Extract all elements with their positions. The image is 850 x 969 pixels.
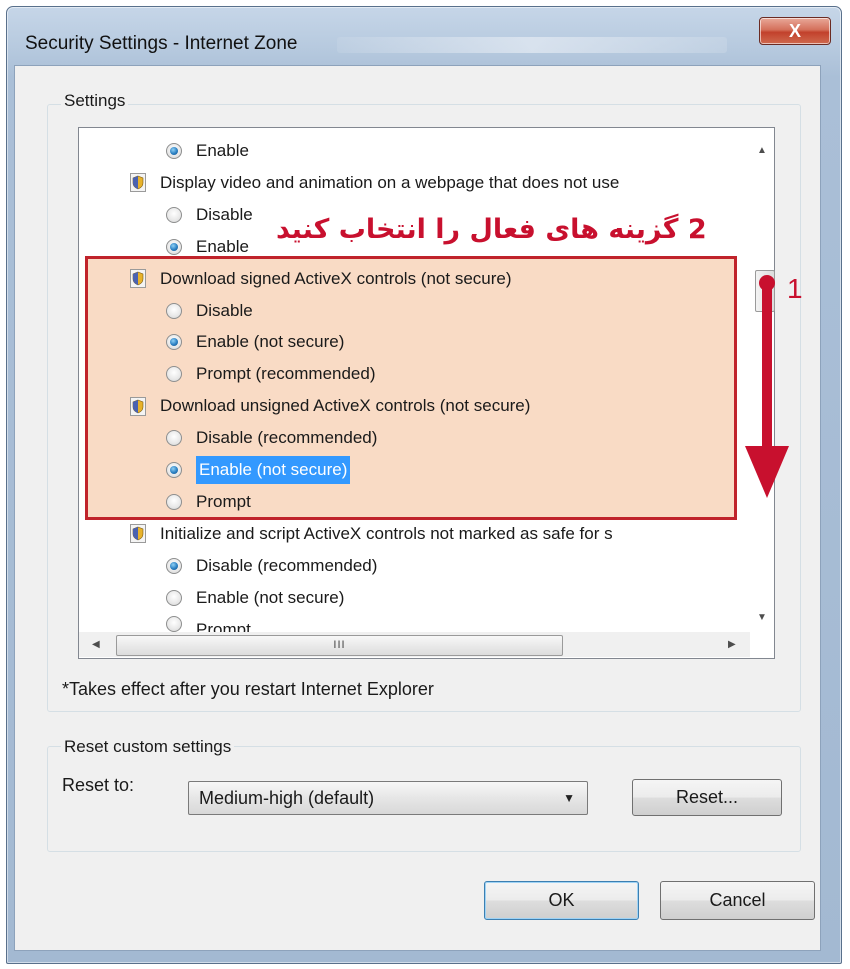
setting-label: Enable (not secure) bbox=[196, 332, 345, 352]
cancel-button[interactable]: Cancel bbox=[660, 881, 815, 920]
setting-label: Enable bbox=[196, 141, 249, 160]
setting-label: Disable (recommended) bbox=[196, 428, 378, 448]
setting-label: Disable bbox=[196, 204, 253, 224]
scroll-down-arrow-icon[interactable]: ▼ bbox=[757, 612, 767, 623]
setting-option[interactable]: Disable (recommended) bbox=[166, 552, 377, 580]
reset-button[interactable]: Reset... bbox=[632, 779, 782, 816]
horizontal-scroll-thumb[interactable]: III bbox=[116, 635, 563, 656]
setting-label: Prompt bbox=[196, 491, 251, 511]
chevron-down-icon: ▼ bbox=[563, 791, 575, 805]
radio-unchecked-icon[interactable] bbox=[166, 366, 182, 383]
setting-label: Enable (not secure) bbox=[196, 456, 351, 484]
setting-option[interactable]: Prompt bbox=[166, 488, 251, 516]
security-shield-icon bbox=[130, 269, 146, 289]
reset-level-select[interactable]: Medium-high (default) ▼ bbox=[188, 781, 588, 815]
setting-option[interactable]: Enable bbox=[166, 137, 249, 165]
setting-option[interactable]: Enable (not secure) bbox=[166, 456, 351, 484]
setting-heading: Display video and animation on a webpage… bbox=[130, 169, 619, 197]
setting-label: Disable bbox=[196, 300, 253, 320]
setting-label: Display video and animation on a webpage… bbox=[160, 172, 620, 192]
annotation-down-arrow-icon bbox=[745, 275, 789, 498]
setting-option[interactable]: Disable (recommended) bbox=[166, 424, 377, 452]
annotation-step-2: 2 گزینه های فعال را انتخاب کنید bbox=[276, 214, 707, 245]
close-button[interactable]: X bbox=[759, 17, 831, 45]
setting-heading: Initialize and script ActiveX controls n… bbox=[130, 520, 613, 548]
setting-option[interactable]: Enable bbox=[166, 233, 249, 261]
security-shield-icon bbox=[130, 396, 146, 416]
setting-label: Disable (recommended) bbox=[196, 555, 378, 575]
radio-checked-icon[interactable] bbox=[166, 334, 182, 351]
radio-unchecked-icon[interactable] bbox=[166, 430, 182, 447]
scroll-right-arrow-icon[interactable]: ▶ bbox=[728, 639, 736, 650]
setting-label: Prompt (recommended) bbox=[196, 364, 376, 384]
setting-option[interactable]: Disable bbox=[166, 297, 253, 325]
setting-heading: Download unsigned ActiveX controls (not … bbox=[130, 392, 530, 420]
radio-unchecked-icon[interactable] bbox=[166, 302, 182, 319]
radio-checked-icon[interactable] bbox=[166, 143, 182, 159]
setting-option[interactable]: Prompt (recommended) bbox=[166, 360, 376, 388]
radio-unchecked-icon[interactable] bbox=[166, 206, 182, 223]
setting-option[interactable]: Disable bbox=[166, 201, 253, 229]
radio-unchecked-icon[interactable] bbox=[166, 589, 182, 606]
setting-label: Download signed ActiveX controls (not se… bbox=[160, 268, 512, 288]
setting-label: Enable bbox=[196, 236, 249, 256]
security-shield-icon bbox=[130, 173, 146, 193]
setting-option[interactable]: Enable (not secure) bbox=[166, 584, 344, 612]
radio-unchecked-icon[interactable] bbox=[166, 493, 182, 510]
reset-level-value: Medium-high (default) bbox=[199, 788, 375, 808]
restart-note: *Takes effect after you restart Internet… bbox=[62, 679, 434, 699]
radio-unchecked-icon[interactable] bbox=[166, 615, 182, 632]
radio-checked-icon[interactable] bbox=[166, 462, 182, 478]
scroll-left-arrow-icon[interactable]: ◀ bbox=[92, 639, 100, 650]
scroll-up-arrow-icon[interactable]: ▲ bbox=[757, 145, 767, 156]
security-shield-icon bbox=[130, 524, 146, 544]
setting-option[interactable]: Enable (not secure) bbox=[166, 328, 344, 356]
radio-checked-icon[interactable] bbox=[166, 238, 182, 255]
reset-to-label: Reset to: bbox=[62, 775, 135, 795]
setting-heading: Download signed ActiveX controls (not se… bbox=[130, 265, 512, 293]
reset-group-label: Reset custom settings bbox=[61, 737, 235, 757]
setting-label: Download unsigned ActiveX controls (not … bbox=[160, 396, 531, 416]
setting-label: Enable (not secure) bbox=[196, 587, 345, 607]
ok-button[interactable]: OK bbox=[484, 881, 639, 920]
setting-label: Initialize and script ActiveX controls n… bbox=[160, 523, 613, 543]
radio-checked-icon[interactable] bbox=[166, 557, 182, 574]
